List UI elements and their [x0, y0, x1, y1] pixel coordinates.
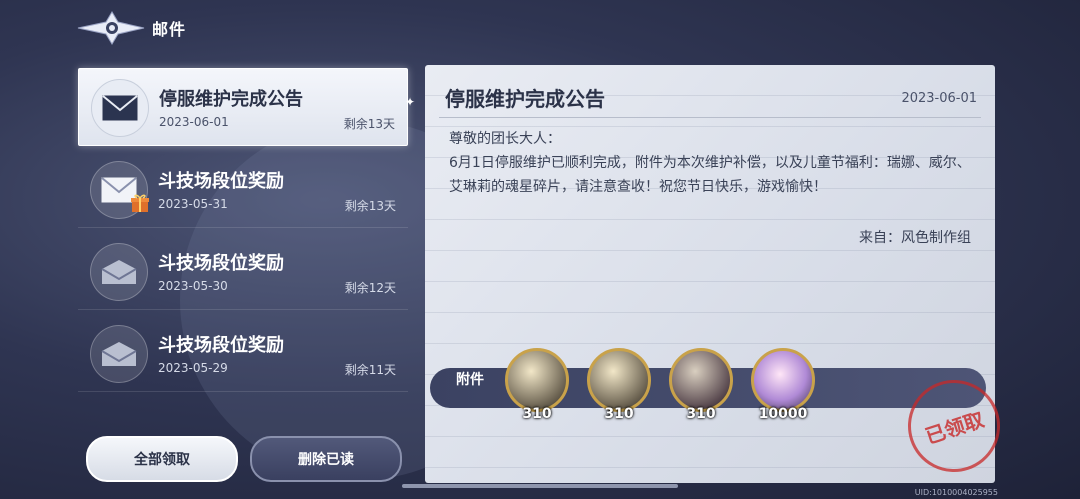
mail-item-selected[interactable]: 停服维护完成公告 2023-06-01 剩余13天 ✦ [78, 68, 415, 146]
sparkle-icon: ✦ [404, 95, 415, 109]
attachment-label: 附件 [456, 372, 484, 388]
divider [439, 117, 981, 118]
diamond-icon [751, 348, 815, 412]
mail-item[interactable]: 斗技场段位奖励 2023-05-30 剩余12天 [78, 233, 408, 310]
detail-title: 停服维护完成公告 [445, 87, 605, 111]
detail-greeting: 尊敬的团长大人： [449, 131, 561, 147]
uid-label: UID:1010004025955 [914, 488, 998, 497]
mail-item[interactable]: 斗技场段位奖励 2023-05-31 剩余13天 [78, 151, 408, 228]
gift-icon [131, 194, 149, 212]
attachment-item[interactable]: 10000 [748, 348, 818, 424]
mail-header: 邮件 [76, 10, 186, 46]
character-shard-icon [587, 348, 651, 412]
attachment-label-text: 附件 [456, 372, 484, 388]
mail-date: 2023-05-29 [158, 361, 228, 375]
mail-title: 斗技场段位奖励 [158, 335, 284, 356]
mail-title: 停服维护完成公告 [159, 89, 303, 110]
envelope-open-icon [90, 325, 148, 383]
page-title: 邮件 [152, 20, 187, 39]
attachment-item[interactable]: 310 [502, 348, 572, 424]
mail-title: 斗技场段位奖励 [158, 253, 284, 274]
detail-date: 2023-06-01 [901, 91, 977, 106]
envelope-icon [91, 79, 149, 137]
detail-body: 尊敬的团长大人： 6月1日停服维护已顺利完成，附件为本次维护补偿，以及儿童节福利… [449, 127, 979, 199]
mail-remaining: 剩余11天 [344, 363, 396, 377]
detail-sender: 来自：风色制作组 [859, 230, 971, 246]
attachment-qty: 310 [522, 406, 552, 422]
detail-text: 6月1日停服维护已顺利完成，附件为本次维护补偿，以及儿童节福利：瑞娜、威尔、艾琳… [449, 155, 971, 195]
mail-remaining: 剩余12天 [344, 281, 396, 295]
claim-all-button[interactable]: 全部领取 [86, 436, 238, 482]
mail-item[interactable]: 斗技场段位奖励 2023-05-29 剩余11天 [78, 315, 408, 392]
attachment-item[interactable]: 310 [584, 348, 654, 424]
mail-remaining: 剩余13天 [344, 199, 396, 213]
envelope-open-icon [90, 243, 148, 301]
character-shard-icon [505, 348, 569, 412]
attachment-qty: 310 [686, 406, 716, 422]
winged-emblem-icon[interactable] [76, 10, 146, 46]
attachment-item[interactable]: 310 [666, 348, 736, 424]
mail-date: 2023-05-31 [158, 197, 228, 211]
mail-date: 2023-06-01 [159, 115, 229, 129]
scrollbar[interactable] [402, 484, 678, 488]
character-shard-icon [669, 348, 733, 412]
mail-list: 停服维护完成公告 2023-06-01 剩余13天 ✦ 斗技场段位奖励 2023… [78, 68, 415, 397]
mail-remaining: 剩余13天 [343, 117, 395, 131]
attachment-qty: 310 [604, 406, 634, 422]
attachment-qty: 10000 [758, 406, 808, 422]
mail-date: 2023-05-30 [158, 279, 228, 293]
mail-title: 斗技场段位奖励 [158, 171, 284, 192]
delete-read-button[interactable]: 删除已读 [250, 436, 402, 482]
